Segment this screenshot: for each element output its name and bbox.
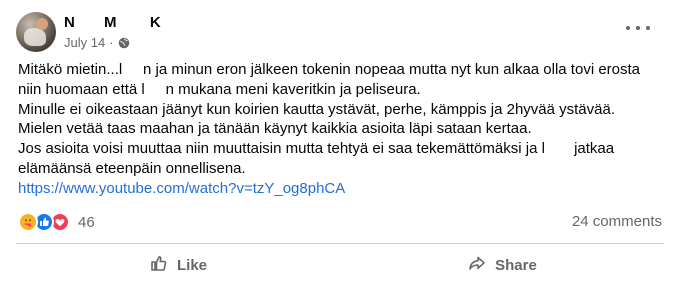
comments-count[interactable]: 24 comments [572,213,662,230]
thumbs-up-icon [149,253,169,277]
post-text-line: Minulle ei oikeastaan jäänyt kun koirien… [18,100,615,118]
author-name[interactable]: N M K [64,14,161,31]
post-text-line: Jos asioita voisi muuttaa niin muuttaisi… [18,140,615,158]
post-date[interactable]: July 14 [64,35,105,50]
share-label: Share [495,256,537,274]
care-emoji-icon [18,212,38,232]
post-meta: July 14 · [64,35,130,50]
reaction-count: 46 [78,213,95,231]
post-text-line: Mielen vetää taas maahan ja tänään käyny… [18,120,532,138]
facebook-post-card: N M K July 14 · Mitäkö mietin...l n ja m… [0,0,680,286]
like-button[interactable]: Like [16,248,340,282]
post-text-line: niin huomaan että l n mukana meni kaveri… [18,80,421,98]
reaction-summary[interactable]: 46 [18,212,95,232]
post-text: Mitäkö mietin...l n ja minun eron jälkee… [18,60,668,199]
actions-divider [16,243,664,244]
post-text-line: Mitäkö mietin...l n ja minun eron jälkee… [18,61,641,78]
meta-separator: · [109,35,114,50]
post-text-line: elämäänsä eteenpäin onnellisena. [18,159,246,177]
like-label: Like [176,256,207,274]
youtube-link[interactable]: https://www.youtube.com/watch?v=tzY_og8p… [18,179,668,199]
globe-icon[interactable] [118,37,130,49]
share-button[interactable]: Share [340,248,664,282]
share-arrow-icon [467,253,487,277]
post-actions-bar: Like Share [16,248,664,282]
more-options-icon[interactable] [626,18,650,38]
author-avatar[interactable] [16,12,56,52]
